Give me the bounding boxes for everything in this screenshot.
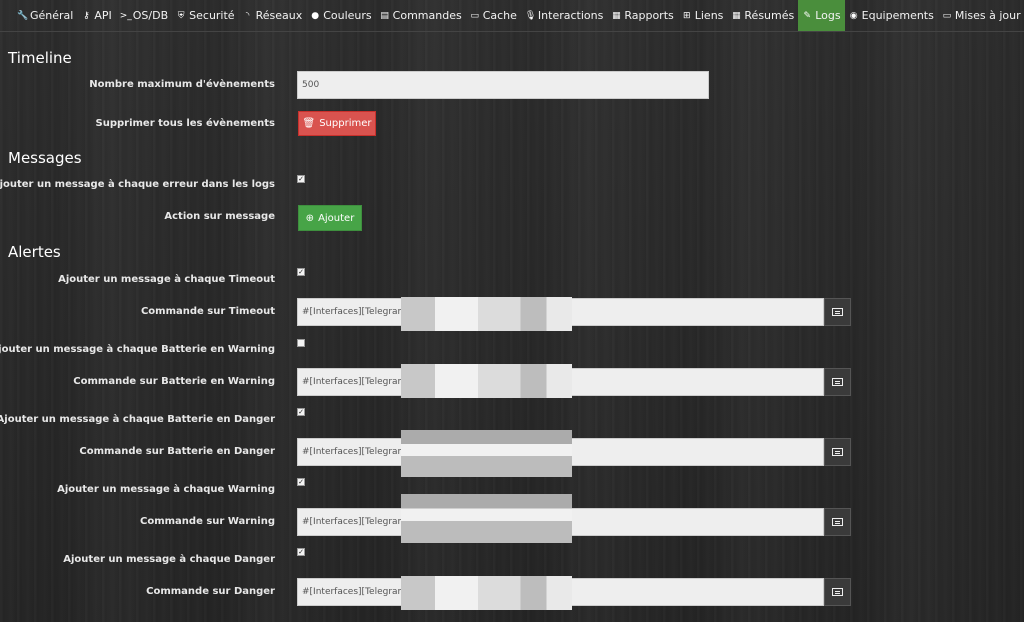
- tab-label: Interactions: [537, 9, 604, 22]
- section-title-messages: Messages: [8, 149, 82, 167]
- section-title-alertes: Alertes: [8, 243, 61, 261]
- microphone-icon: 🎙: [524, 10, 537, 21]
- list-alt-icon: [832, 518, 843, 526]
- list-icon: ▤: [380, 10, 389, 21]
- action-on-message-label: Action sur message: [164, 211, 275, 222]
- globe-icon: ◉: [849, 10, 858, 21]
- danger-command-label: Commande sur Danger: [146, 586, 275, 597]
- tab-label: Securité: [189, 9, 235, 22]
- tab-label: Réseaux: [255, 9, 303, 22]
- tab-label: Général: [30, 9, 74, 22]
- tab-osdb[interactable]: >_ OS/DB: [116, 0, 172, 31]
- list-alt-icon: [832, 448, 843, 456]
- list-alt-icon: [832, 378, 843, 386]
- tab-label: API: [94, 9, 112, 22]
- delete-button-label: Supprimer: [319, 118, 372, 129]
- battery-danger-alert-label: Ajouter un message à chaque Batterie en …: [0, 414, 275, 425]
- command-value: #[Interfaces][Telegram: [302, 447, 407, 457]
- tint-icon: ●: [311, 10, 320, 21]
- section-title-timeline: Timeline: [8, 49, 72, 67]
- tab-interactions[interactable]: 🎙 Interactions: [521, 0, 607, 31]
- edit-icon: ✎: [803, 10, 812, 21]
- redacted-overlay: [401, 430, 572, 477]
- timeout-alert-checkbox[interactable]: ✓: [297, 268, 305, 276]
- battery-warning-alert-label: Ajouter un message à chaque Batterie en …: [0, 344, 275, 355]
- tab-label: Mises à jour: [954, 9, 1021, 22]
- tab-label: Liens: [694, 9, 724, 22]
- sitemap-icon: ⊞: [682, 10, 691, 21]
- warning-alert-checkbox[interactable]: ✓: [297, 478, 305, 486]
- add-message-on-error-checkbox[interactable]: ✓: [297, 175, 305, 183]
- tab-label: OS/DB: [132, 9, 169, 22]
- delete-events-button[interactable]: 🗑 Supprimer: [298, 111, 376, 136]
- tab-reseaux[interactable]: ◝ Réseaux: [239, 0, 307, 31]
- battery-warning-alert-checkbox[interactable]: [297, 339, 305, 347]
- warning-command-label: Commande sur Warning: [140, 516, 275, 527]
- battery-danger-command-label: Commande sur Batterie en Danger: [79, 446, 275, 457]
- battery-danger-alert-checkbox[interactable]: ✓: [297, 408, 305, 416]
- max-events-value: 500: [302, 80, 320, 90]
- terminal-icon: >_: [119, 10, 132, 21]
- tab-liens[interactable]: ⊞ Liens: [678, 0, 728, 31]
- tab-api[interactable]: ⚷ API: [77, 0, 115, 31]
- tab-label: Rapports: [624, 9, 674, 22]
- command-value: #[Interfaces][Telegram: [302, 587, 407, 597]
- redacted-overlay: [401, 364, 572, 398]
- tab-couleurs[interactable]: ● Couleurs: [306, 0, 375, 31]
- command-value: #[Interfaces][Telegram: [302, 307, 407, 317]
- tab-label: Logs: [815, 9, 841, 22]
- list-alt-icon: [832, 308, 843, 316]
- tab-resumes[interactable]: ▦ Résumés: [727, 0, 798, 31]
- warning-command-select-button[interactable]: [824, 508, 851, 536]
- tab-label: Couleurs: [323, 9, 372, 22]
- redacted-overlay: [401, 494, 572, 543]
- command-value: #[Interfaces][Telegram: [302, 377, 407, 387]
- battery-danger-command-select-button[interactable]: [824, 438, 851, 466]
- battery-warning-command-label: Commande sur Batterie en Warning: [73, 376, 275, 387]
- danger-command-select-button[interactable]: [824, 578, 851, 606]
- redacted-overlay: [401, 297, 572, 331]
- tab-general[interactable]: 🔧 Général: [13, 0, 77, 31]
- danger-alert-checkbox[interactable]: ✓: [297, 548, 305, 556]
- tab-logs[interactable]: ✎ Logs: [798, 0, 845, 31]
- key-icon: ⚷: [83, 10, 90, 21]
- credit-card-icon: ▭: [942, 10, 952, 21]
- tab-rapports[interactable]: ▦ Rapports: [607, 0, 677, 31]
- timeout-alert-label: Ajouter un message à chaque Timeout: [58, 274, 275, 285]
- trash-icon: 🗑: [302, 118, 316, 129]
- redacted-overlay: [401, 576, 572, 610]
- max-events-label: Nombre maximum d'évènements: [89, 79, 275, 90]
- tab-cache[interactable]: ▭ Cache: [466, 0, 521, 31]
- add-action-button[interactable]: ⊕ Ajouter: [298, 205, 362, 231]
- tab-label: Equipements: [861, 9, 934, 22]
- add-button-label: Ajouter: [318, 212, 355, 224]
- newspaper-icon: ▦: [612, 10, 621, 21]
- battery-warning-command-select-button[interactable]: [824, 368, 851, 396]
- command-value: #[Interfaces][Telegram: [302, 517, 407, 527]
- tab-label: Commandes: [392, 9, 462, 22]
- timeout-command-label: Commande sur Timeout: [140, 306, 275, 317]
- tab-label: Résumés: [744, 9, 795, 22]
- settings-tab-bar: 🔧 Général ⚷ API >_ OS/DB ⛨ Securité ◝ Réseaux…: [0, 0, 1024, 32]
- timeout-command-select-button[interactable]: [824, 298, 851, 326]
- tab-commandes[interactable]: ▤ Commandes: [376, 0, 466, 31]
- shield-icon: ⛨: [177, 10, 185, 21]
- list-alt-icon: [832, 588, 843, 596]
- rss-icon: ◝: [245, 10, 250, 21]
- warning-alert-label: Ajouter un message à chaque Warning: [57, 484, 275, 495]
- tab-equipements[interactable]: ◉ Equipements: [845, 0, 938, 31]
- hdd-icon: ▭: [470, 10, 479, 21]
- danger-alert-label: Ajouter un message à chaque Danger: [63, 554, 275, 565]
- max-events-input[interactable]: 500: [297, 71, 709, 99]
- tab-mises-a-jour[interactable]: ▭ Mises à jour: [938, 0, 1024, 31]
- delete-all-events-label: Supprimer tous les évènements: [95, 118, 276, 129]
- add-message-on-error-label: Ajouter un message à chaque erreur dans …: [0, 179, 275, 190]
- plus-circle-icon: ⊕: [305, 212, 315, 224]
- wrench-icon: 🔧: [17, 10, 29, 21]
- tab-label: Cache: [482, 9, 517, 22]
- tab-securite[interactable]: ⛨ Securité: [172, 0, 238, 31]
- table-icon: ▦: [732, 10, 741, 21]
